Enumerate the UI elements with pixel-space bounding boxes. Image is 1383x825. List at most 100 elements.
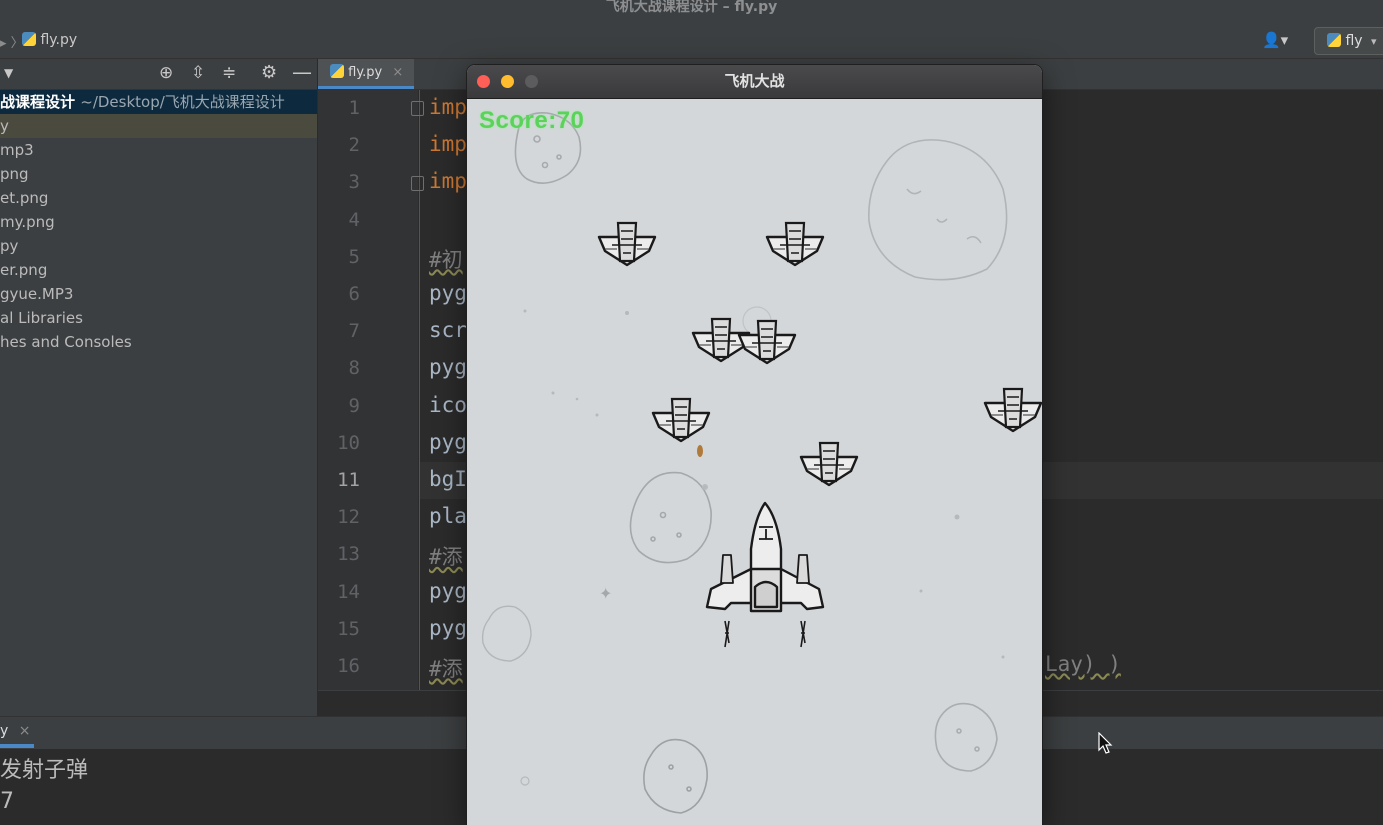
game-window[interactable]: 飞机大战 ✦ Score:70 xyxy=(467,65,1042,825)
code-line[interactable]: pla xyxy=(429,504,467,528)
close-tab-icon[interactable]: × xyxy=(392,65,403,80)
expand-all-icon[interactable]: ⇳ xyxy=(191,63,205,83)
asteroid xyxy=(629,471,712,564)
line-number[interactable]: 2 xyxy=(318,134,360,156)
tree-item[interactable]: hes and Consoles xyxy=(0,330,317,354)
enemy-plane xyxy=(651,397,711,443)
line-number[interactable]: 1 xyxy=(318,97,360,119)
run-tab-label: y xyxy=(0,723,9,739)
score-display: Score:70 xyxy=(479,107,585,134)
asteroid xyxy=(643,738,708,814)
run-tab[interactable]: y × xyxy=(0,723,30,739)
tree-item[interactable]: al Libraries xyxy=(0,306,317,330)
tree-item-label: hes and Consoles xyxy=(0,333,132,351)
code-line[interactable]: imp xyxy=(429,132,467,156)
code-text: pyg xyxy=(429,615,467,640)
code-line[interactable]: imp xyxy=(429,169,467,193)
line-number[interactable]: 3 xyxy=(318,171,360,193)
line-number[interactable]: 10 xyxy=(318,432,360,454)
line-number[interactable]: 7 xyxy=(318,320,360,342)
code-text: pyg xyxy=(429,281,467,305)
minimize-panel-icon[interactable]: — xyxy=(292,60,312,84)
gear-icon[interactable]: ⚙ xyxy=(261,62,277,83)
run-configuration-label: fly xyxy=(1345,33,1363,49)
code-line[interactable]: scr xyxy=(429,318,467,342)
enemy-plane xyxy=(799,441,859,487)
mouse-cursor-icon xyxy=(1098,732,1113,754)
asteroid xyxy=(934,702,998,772)
tab-fly-py[interactable]: fly.py × xyxy=(318,59,414,89)
tree-root-item[interactable]: 战课程设计 ~/Desktop/飞机大战课程设计 xyxy=(0,90,317,114)
line-number[interactable]: 16 xyxy=(318,655,360,677)
code-line[interactable]: bgI xyxy=(429,467,467,491)
fold-marker-icon[interactable] xyxy=(411,176,424,191)
breadcrumb-chevron-icon: ▸ 〉 xyxy=(0,36,24,51)
tree-root-label: 战课程设计 xyxy=(0,93,76,111)
code-line[interactable]: ico xyxy=(429,393,467,417)
enemy-plane xyxy=(765,221,825,267)
tree-item-label: png xyxy=(0,165,29,183)
line-number[interactable]: 12 xyxy=(318,506,360,528)
enemy-plane xyxy=(983,387,1042,433)
tree-item-label: mp3 xyxy=(0,141,34,159)
navigation-bar: ▸ 〉 fly.py 👤▾ fly ▾ xyxy=(0,22,1383,59)
code-line[interactable]: pyg xyxy=(429,281,467,305)
code-line[interactable]: #添 xyxy=(429,653,463,683)
tree-item[interactable]: my.png xyxy=(0,210,317,234)
game-titlebar[interactable]: 飞机大战 xyxy=(467,65,1042,99)
tree-item[interactable]: er.png xyxy=(0,258,317,282)
code-line[interactable]: pyg xyxy=(429,616,467,640)
code-line[interactable]: pyg xyxy=(429,355,467,379)
tree-item[interactable]: et.png xyxy=(0,186,317,210)
code-text: scr xyxy=(429,318,467,343)
code-line[interactable]: pyg xyxy=(429,579,467,603)
project-dropdown-icon[interactable]: ▼ xyxy=(4,66,13,80)
tree-item-label: py xyxy=(0,237,19,255)
code-line[interactable]: pyg xyxy=(429,430,467,454)
tab-label: fly.py xyxy=(348,65,383,80)
code-line[interactable]: #添 xyxy=(429,541,463,571)
code-text: #初 xyxy=(429,247,463,272)
asteroid xyxy=(481,605,532,662)
code-line[interactable]: #初 xyxy=(429,244,463,274)
line-number[interactable]: 15 xyxy=(318,618,360,640)
line-number[interactable]: 13 xyxy=(318,543,360,565)
code-text: pyg xyxy=(429,429,467,454)
run-configuration-select[interactable]: fly ▾ xyxy=(1314,27,1383,55)
close-run-tab-icon[interactable]: × xyxy=(19,723,31,739)
code-text: #添 xyxy=(429,657,463,681)
code-text: pyg xyxy=(429,578,467,603)
tree-item[interactable]: mp3 xyxy=(0,138,317,162)
tree-item[interactable]: gyue.MP3 xyxy=(0,282,317,306)
user-account-icon[interactable]: 👤▾ xyxy=(1262,31,1288,49)
sparkle-icon: ✦ xyxy=(599,584,612,603)
python-file-icon xyxy=(22,32,36,46)
line-number[interactable]: 11 xyxy=(318,469,360,491)
code-line[interactable]: imp xyxy=(429,95,467,119)
line-number[interactable]: 4 xyxy=(318,209,360,231)
console-line: 7 xyxy=(0,789,14,814)
tree-item-label: er.png xyxy=(0,261,48,279)
line-number[interactable]: 9 xyxy=(318,395,360,417)
tree-item[interactable]: py xyxy=(0,234,317,258)
fold-marker-icon[interactable] xyxy=(411,101,424,116)
enemy-plane xyxy=(597,221,657,267)
player-plane xyxy=(705,501,825,648)
game-canvas[interactable]: ✦ Score:70 xyxy=(467,99,1042,825)
enemy-plane xyxy=(737,319,797,365)
game-window-title: 飞机大战 xyxy=(724,72,785,90)
tree-item[interactable]: y xyxy=(0,114,317,138)
run-tab-indicator xyxy=(0,744,34,748)
game-scene: ✦ xyxy=(481,111,1042,814)
code-text: imp xyxy=(429,132,467,157)
line-number[interactable]: 8 xyxy=(318,357,360,379)
line-number[interactable]: 5 xyxy=(318,246,360,268)
project-toolbar: ▼ ⊕ ⇳ ≑ ⚙ — xyxy=(0,59,317,90)
breadcrumb[interactable]: fly.py xyxy=(22,22,77,58)
collapse-all-icon[interactable]: ≑ xyxy=(222,63,236,83)
code-text: #添 xyxy=(429,545,463,570)
line-number[interactable]: 14 xyxy=(318,581,360,603)
line-number[interactable]: 6 xyxy=(318,283,360,305)
locate-file-icon[interactable]: ⊕ xyxy=(159,63,173,83)
tree-item[interactable]: png xyxy=(0,162,317,186)
